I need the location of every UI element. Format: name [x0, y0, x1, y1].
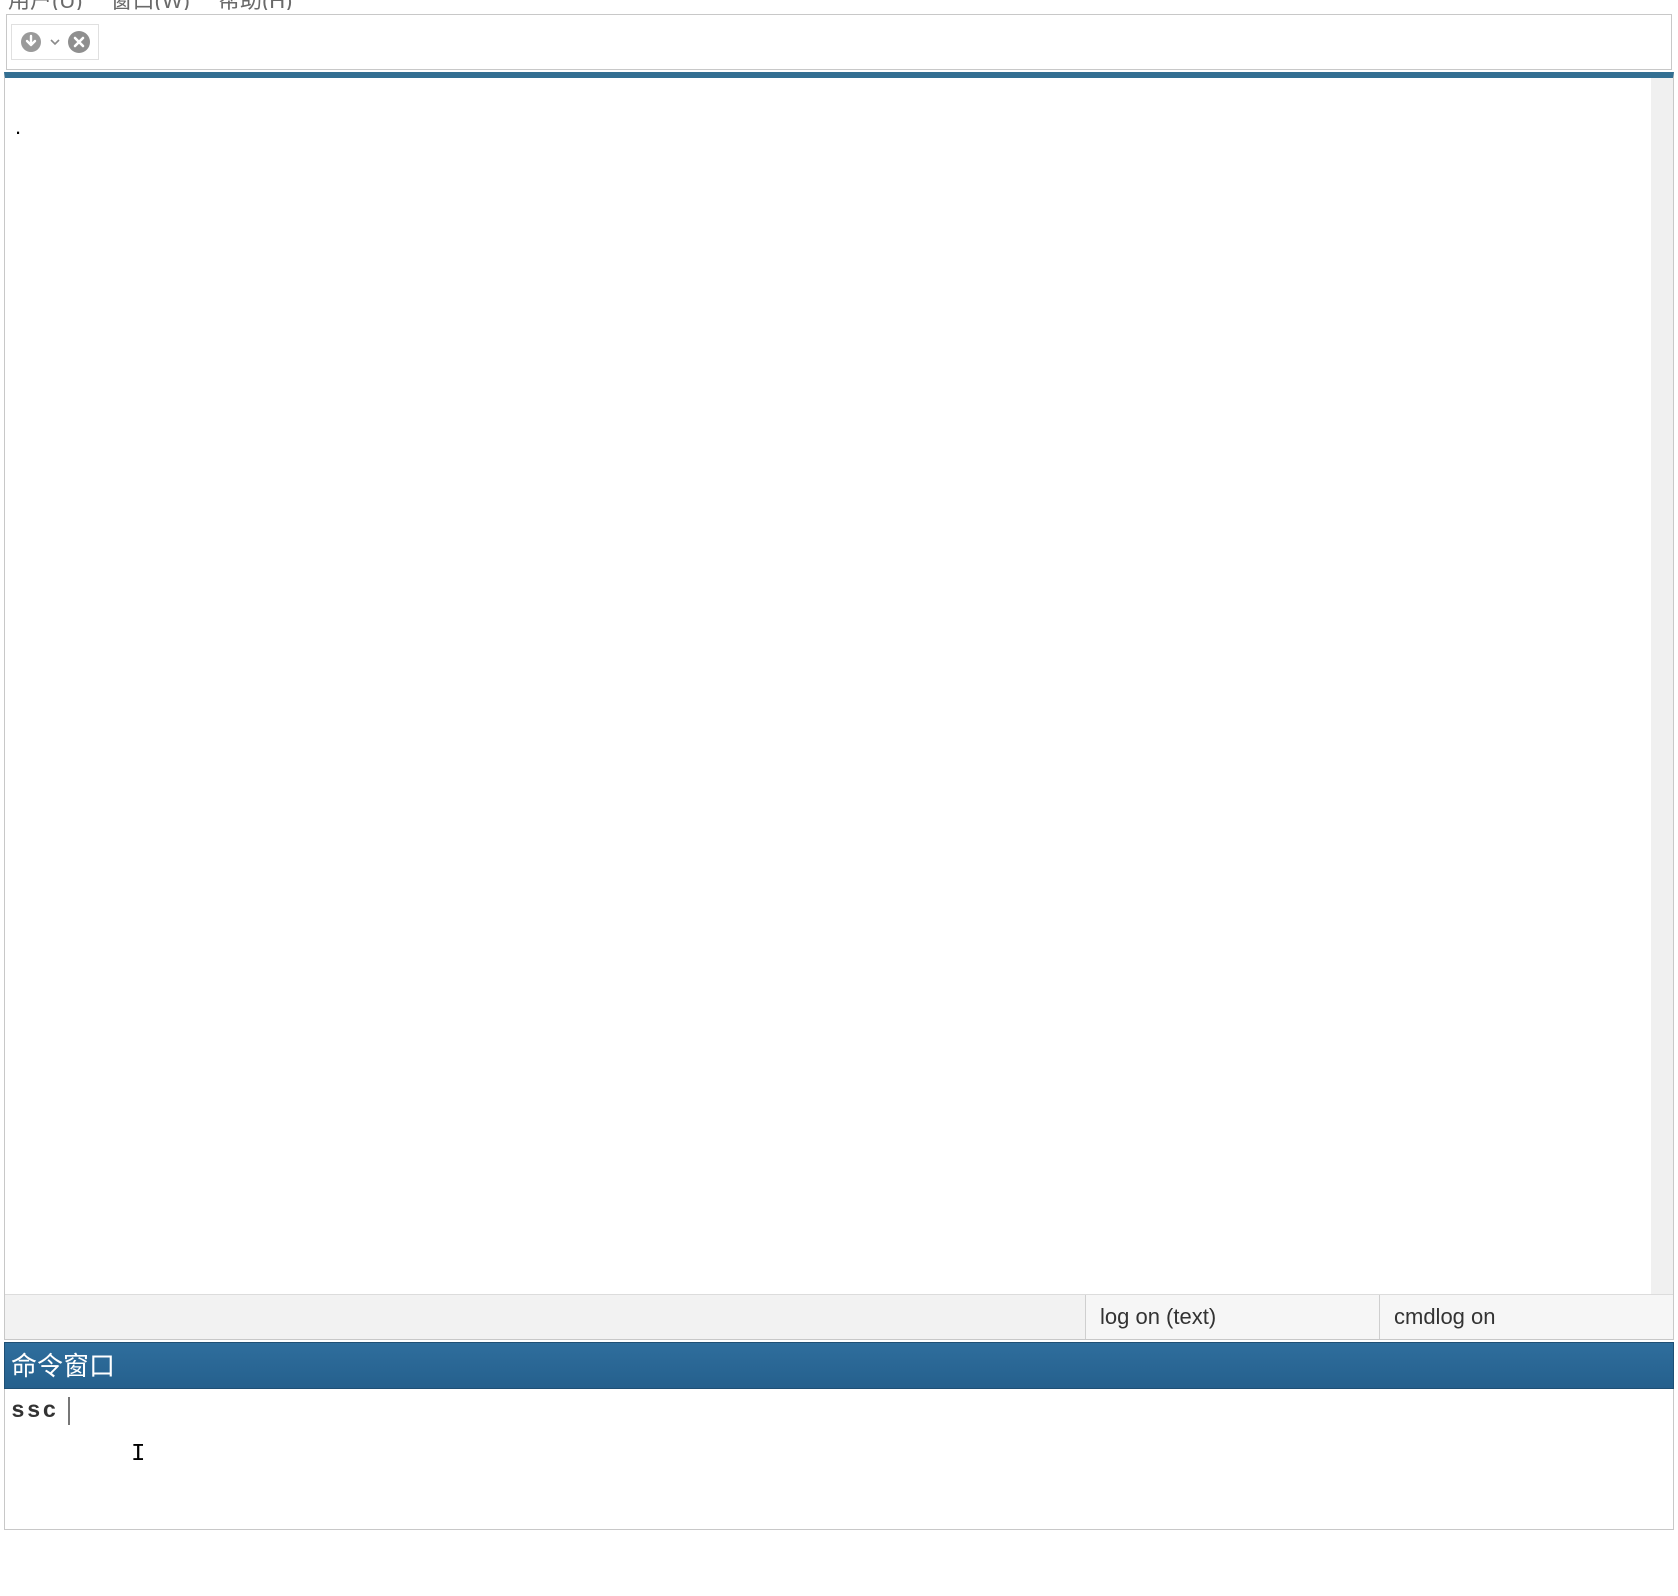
menu-window[interactable]: 窗口(W) [111, 0, 190, 10]
toolbar-group [11, 24, 99, 60]
results-window: . log on (text) cmdlog on [4, 72, 1674, 1340]
statusbar: log on (text) cmdlog on [5, 1294, 1673, 1339]
results-scrollbar[interactable] [1651, 78, 1673, 1294]
results-body[interactable]: . [5, 78, 1673, 1294]
menubar: 用户(U) 窗口(W) 帮助(H) [0, 0, 1678, 10]
results-prompt-dot: . [15, 116, 21, 138]
status-cmdlog[interactable]: cmdlog on [1379, 1295, 1673, 1339]
stop-icon[interactable] [66, 29, 92, 55]
status-log[interactable]: log on (text) [1085, 1295, 1379, 1339]
menu-user[interactable]: 用户(U) [8, 0, 83, 10]
menu-help[interactable]: 帮助(H) [218, 0, 293, 10]
command-line: ssc [11, 1397, 1480, 1425]
command-input[interactable] [68, 1397, 1480, 1425]
status-spacer [5, 1295, 1085, 1339]
command-window-title: 命令窗口 [4, 1342, 1674, 1389]
toolbar [6, 14, 1672, 70]
command-window: ssc I [4, 1389, 1674, 1530]
dropdown-caret-icon[interactable] [50, 37, 60, 47]
text-cursor-icon: I [131, 1441, 145, 1468]
command-text: ssc [11, 1398, 58, 1424]
log-down-icon[interactable] [18, 29, 44, 55]
